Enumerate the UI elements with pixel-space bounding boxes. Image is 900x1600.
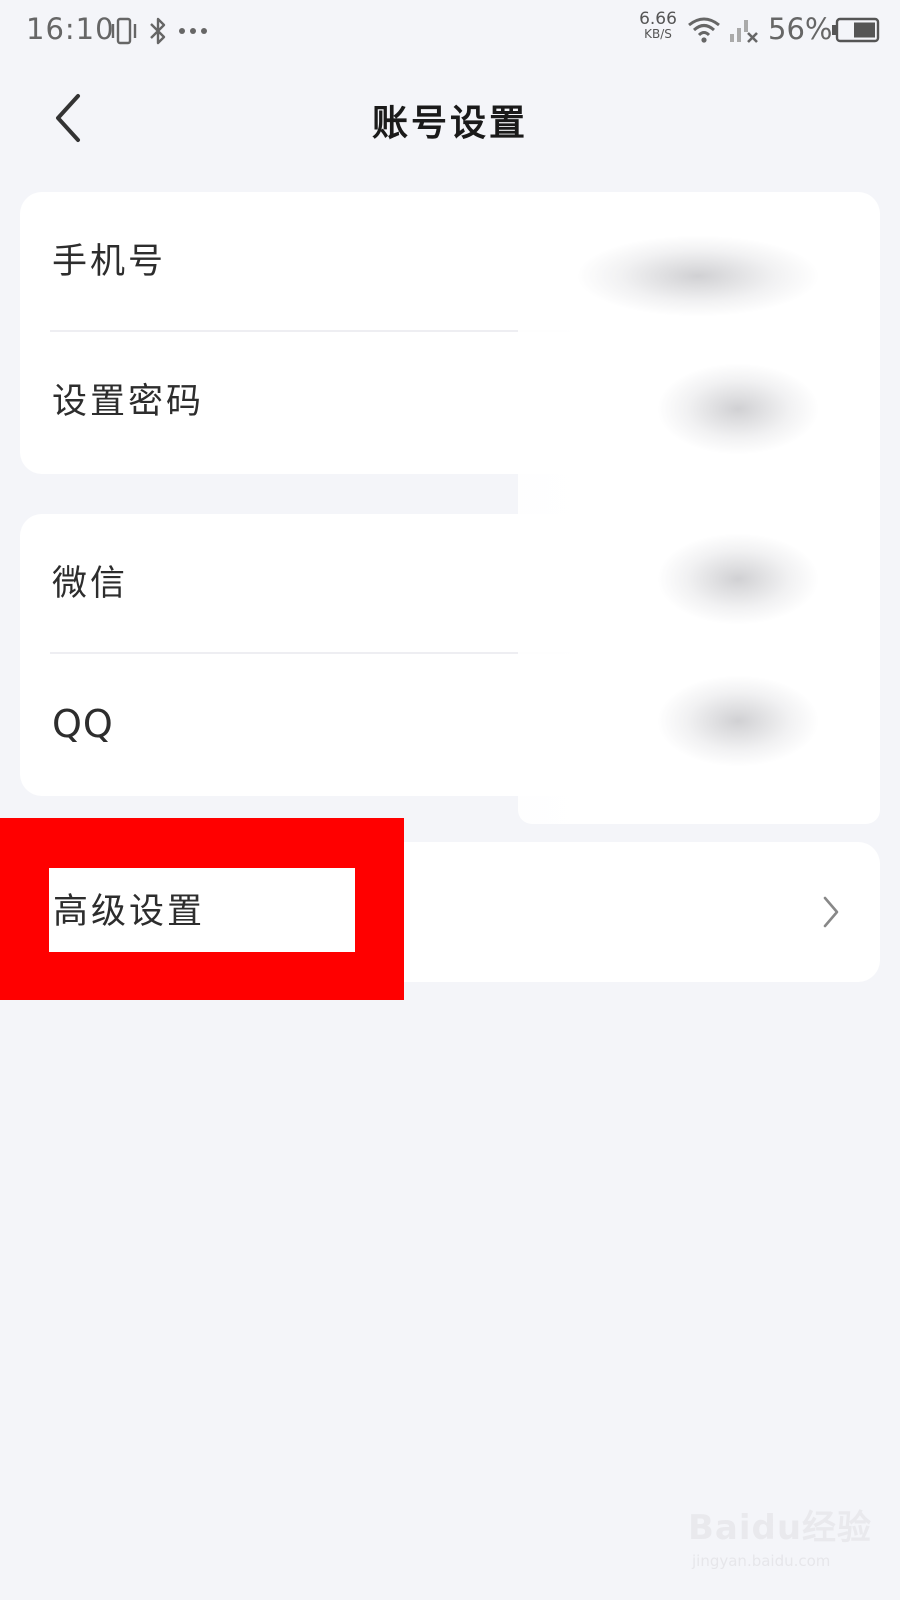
network-speed-unit: KB/S	[644, 27, 672, 41]
redacted-password-value	[658, 364, 818, 454]
vibrate-icon	[111, 17, 137, 45]
highlight-label-box[interactable]: 高级设置	[49, 868, 355, 952]
signal-off-icon	[730, 20, 758, 43]
wifi-icon	[688, 17, 720, 43]
watermark: Baidu经验 jingyan.baidu.com	[688, 1500, 878, 1588]
watermark-url: jingyan.baidu.com	[692, 1552, 831, 1570]
status-time: 16:10	[26, 12, 115, 46]
set-password-label: 设置密码	[52, 382, 205, 422]
redacted-values-blur	[518, 214, 880, 824]
qq-label: QQ	[52, 702, 114, 746]
redacted-qq-value	[658, 676, 818, 766]
page-title: 账号设置	[371, 102, 528, 144]
highlight-annotation: 高级设置	[0, 818, 404, 1000]
phone-number-label: 手机号	[52, 242, 167, 282]
watermark-brand: Baidu经验	[688, 1508, 873, 1548]
bluetooth-icon	[150, 17, 166, 45]
redacted-wechat-value	[658, 534, 818, 624]
battery-icon	[832, 17, 880, 43]
advanced-settings-label: 高级设置	[53, 892, 206, 932]
redacted-phone-value	[578, 236, 818, 316]
network-speed: 6.66 KB/S	[638, 9, 678, 42]
wechat-label: 微信	[52, 564, 129, 604]
chevron-right-icon	[823, 896, 839, 928]
more-dots-icon	[179, 28, 207, 34]
battery-percent: 56%	[768, 12, 833, 46]
status-bar: 16:10 6.66 KB/S 56%	[0, 0, 900, 64]
network-speed-value: 6.66	[639, 9, 677, 29]
